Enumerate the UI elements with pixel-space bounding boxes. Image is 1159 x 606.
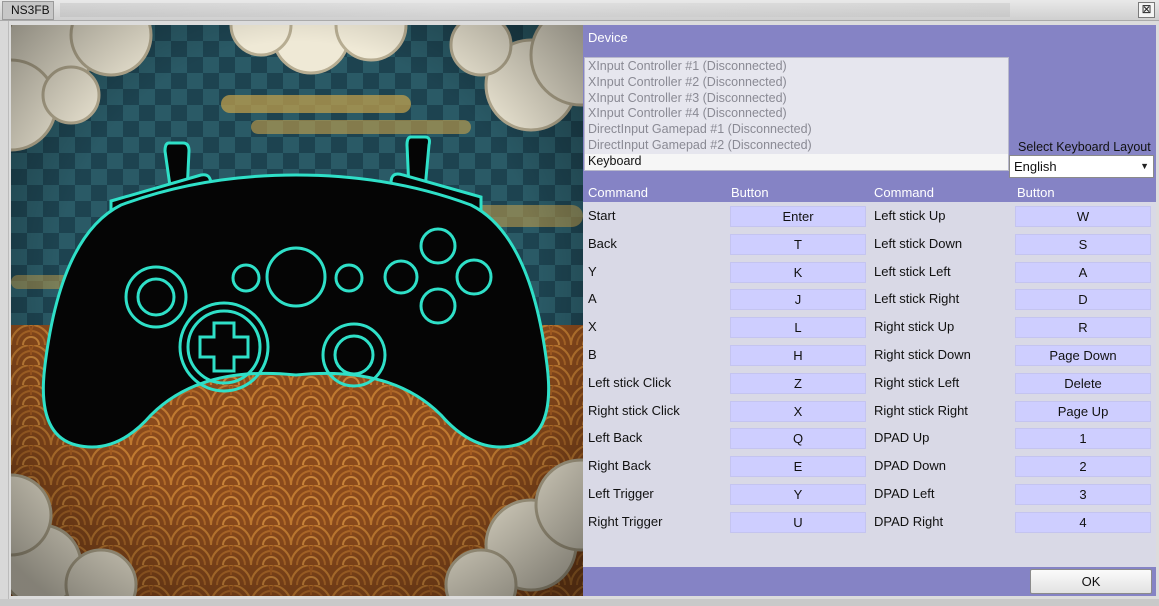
command-label: Left stick Right <box>874 291 960 306</box>
window-bottom-edge <box>0 599 1159 606</box>
command-label: Left stick Down <box>874 236 963 251</box>
device-item-xinput-3[interactable]: XInput Controller #3 (Disconnected) <box>588 91 1005 107</box>
ok-button[interactable]: OK <box>1030 569 1152 594</box>
device-item-xinput-4[interactable]: XInput Controller #4 (Disconnected) <box>588 106 1005 122</box>
key-binding-button[interactable]: Delete <box>1015 373 1151 394</box>
command-label: A <box>588 291 597 306</box>
command-label: Right stick Click <box>588 403 680 418</box>
keyboard-layout-select[interactable]: English ▼ <box>1009 155 1154 178</box>
chevron-down-icon: ▼ <box>1140 161 1149 171</box>
key-binding-button[interactable]: H <box>730 345 866 366</box>
key-binding-button[interactable]: Page Up <box>1015 401 1151 422</box>
window-title: NS3FB <box>2 1 54 20</box>
key-binding-button[interactable]: 1 <box>1015 428 1151 449</box>
header-command-left: Command <box>588 185 648 200</box>
controller-artwork <box>11 25 583 596</box>
device-item-directinput-1[interactable]: DirectInput Gamepad #1 (Disconnected) <box>588 122 1005 138</box>
command-label: DPAD Up <box>874 430 930 445</box>
command-label: Left stick Up <box>874 208 946 223</box>
header-button-left: Button <box>731 185 769 200</box>
key-binding-button[interactable]: E <box>730 456 866 477</box>
command-label: Right Back <box>588 458 651 473</box>
command-label: Right stick Up <box>874 319 955 334</box>
command-label: Y <box>588 264 597 279</box>
key-binding-button[interactable]: X <box>730 401 866 422</box>
key-binding-button[interactable]: Y <box>730 484 866 505</box>
key-mapping-table: Command Button Command Button Start Enter… <box>583 184 1156 567</box>
key-binding-button[interactable]: Z <box>730 373 866 394</box>
key-binding-button[interactable]: S <box>1015 234 1151 255</box>
command-label: DPAD Right <box>874 514 944 529</box>
device-list[interactable]: XInput Controller #1 (Disconnected) XInp… <box>584 57 1009 171</box>
header-command-right: Command <box>874 185 934 200</box>
key-binding-button[interactable]: A <box>1015 262 1151 283</box>
device-item-keyboard[interactable]: Keyboard <box>585 153 1008 170</box>
key-binding-button[interactable]: 3 <box>1015 484 1151 505</box>
key-binding-button[interactable]: K <box>730 262 866 283</box>
key-binding-button[interactable]: W <box>1015 206 1151 227</box>
command-label: Start <box>588 208 616 223</box>
key-binding-button[interactable]: Enter <box>730 206 866 227</box>
key-binding-button[interactable]: 2 <box>1015 456 1151 477</box>
command-label: Right stick Right <box>874 403 968 418</box>
key-binding-button[interactable]: D <box>1015 289 1151 310</box>
command-label: Right Trigger <box>588 514 663 529</box>
command-label: Left Back <box>588 430 643 445</box>
command-label: Left stick Left <box>874 264 951 279</box>
key-binding-button[interactable]: T <box>730 234 866 255</box>
device-item-xinput-2[interactable]: XInput Controller #2 (Disconnected) <box>588 75 1005 91</box>
gamepad-illustration <box>11 25 583 596</box>
header-button-right: Button <box>1017 185 1055 200</box>
title-bar: NS3FB ⊠ <box>0 0 1159 21</box>
keyboard-layout-value: English <box>1014 159 1057 174</box>
command-label: Left stick Click <box>588 375 672 390</box>
command-label: DPAD Down <box>874 458 947 473</box>
device-item-directinput-2[interactable]: DirectInput Gamepad #2 (Disconnected) <box>588 138 1005 154</box>
settings-panel: Device XInput Controller #1 (Disconnecte… <box>583 25 1156 596</box>
command-label: Left Trigger <box>588 486 654 501</box>
key-binding-button[interactable]: U <box>730 512 866 533</box>
command-label: Back <box>588 236 617 251</box>
key-binding-button[interactable]: 4 <box>1015 512 1151 533</box>
close-button[interactable]: ⊠ <box>1138 2 1155 18</box>
command-label: Right stick Left <box>874 375 960 390</box>
table-header: Command Button Command Button <box>583 184 1156 202</box>
device-item-xinput-1[interactable]: XInput Controller #1 (Disconnected) <box>588 59 1005 75</box>
key-binding-button[interactable]: Page Down <box>1015 345 1151 366</box>
command-label: Right stick Down <box>874 347 971 362</box>
keyboard-layout-label: Select Keyboard Layout <box>1018 140 1151 154</box>
command-label: B <box>588 347 597 362</box>
command-label: X <box>588 319 597 334</box>
key-binding-button[interactable]: Q <box>730 428 866 449</box>
key-binding-button[interactable]: J <box>730 289 866 310</box>
device-label: Device <box>588 30 628 45</box>
key-binding-button[interactable]: R <box>1015 317 1151 338</box>
background-taskbar-blur <box>60 3 1010 17</box>
command-label: DPAD Left <box>874 486 935 501</box>
key-binding-button[interactable]: L <box>730 317 866 338</box>
